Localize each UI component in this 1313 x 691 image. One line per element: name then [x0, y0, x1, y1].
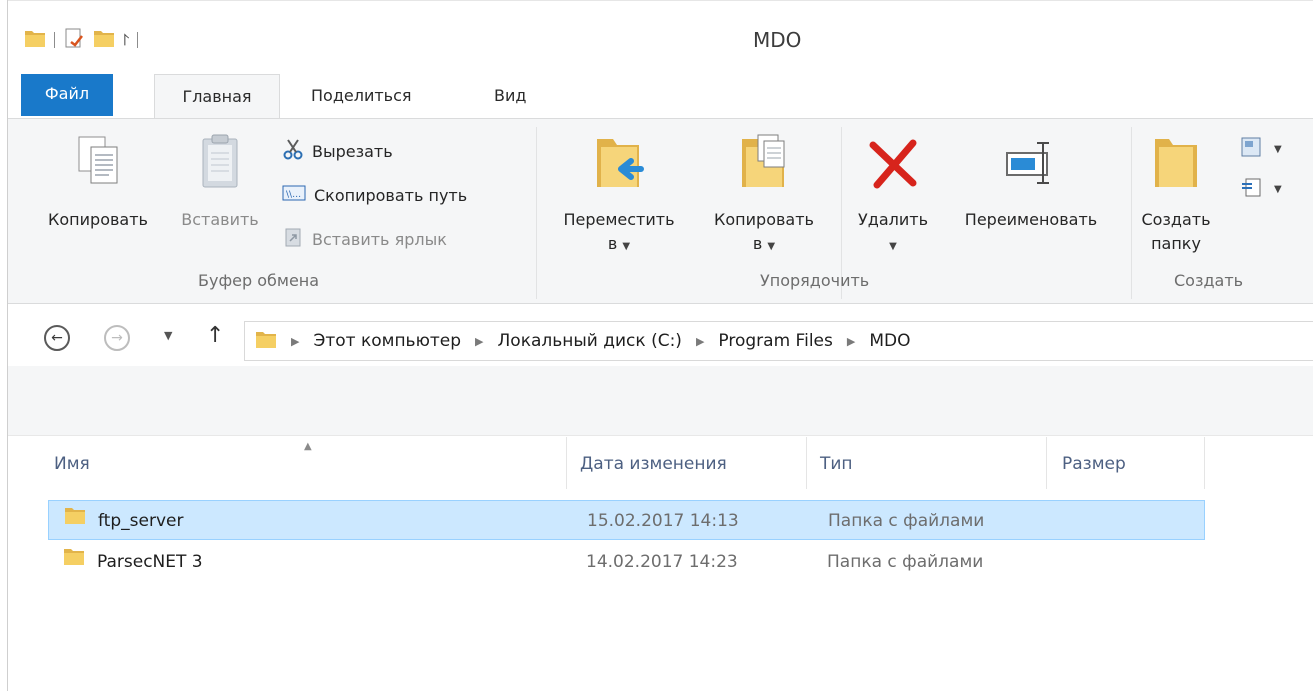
delete-icon	[848, 133, 938, 200]
sort-ascending-icon: ▲	[304, 441, 312, 452]
file-name-cell: ftp_server	[64, 501, 183, 541]
cut-label: Вырезать	[312, 141, 393, 161]
file-type: Папка с файлами	[827, 552, 984, 572]
new-item-icon	[1240, 136, 1266, 162]
organize-group-label: Упорядочить	[760, 271, 870, 290]
scissors-icon	[282, 138, 304, 164]
tab-view[interactable]: Вид	[482, 74, 538, 118]
file-type: Папка с файлами	[828, 511, 985, 531]
column-header: ▲ Имя Дата изменения Тип Размер	[8, 437, 1313, 489]
new-folder-button[interactable]: Создать папку	[1138, 133, 1214, 256]
paste-label: Вставить	[181, 210, 259, 229]
tab-file[interactable]: Файл	[21, 74, 113, 116]
file-name: ParsecNET 3	[97, 552, 203, 572]
toolbar-strip	[8, 366, 1313, 436]
rename-icon	[942, 133, 1120, 200]
column-size[interactable]: Размер	[1062, 437, 1126, 489]
arrow-left-icon: ←	[51, 330, 63, 346]
ribbon: Копировать Вставить Вырезать \\… Скопиро…	[8, 118, 1313, 304]
column-divider[interactable]	[566, 437, 567, 489]
copy-to-label-line2: в	[752, 234, 763, 253]
window-title: MDO	[753, 28, 802, 52]
delete-label: Удалить	[858, 210, 928, 229]
copy-icon	[38, 133, 158, 200]
file-date: 14.02.2017 14:23	[586, 552, 738, 572]
copy-button[interactable]: Копировать	[38, 133, 158, 232]
breadcrumb-this-pc[interactable]: Этот компьютер	[313, 331, 461, 351]
svg-text:\\…: \\…	[286, 190, 301, 200]
copy-to-button[interactable]: Копировать в ▼	[694, 133, 834, 259]
chevron-down-icon: ▼	[622, 241, 631, 252]
arrow-up-icon: ↑	[206, 323, 225, 348]
column-divider[interactable]	[1204, 437, 1205, 489]
address-bar[interactable]: ▶ Этот компьютер ▶ Локальный диск (C:) ▶…	[244, 321, 1313, 361]
copy-path-icon: \\…	[282, 184, 306, 206]
rename-label: Переименовать	[964, 210, 1098, 229]
column-divider[interactable]	[1046, 437, 1047, 489]
up-button[interactable]: ↑	[206, 323, 224, 348]
folder-icon	[64, 501, 86, 541]
tab-home[interactable]: Главная	[154, 74, 280, 119]
paste-shortcut-button[interactable]: Вставить ярлык	[282, 225, 447, 253]
breadcrumb-separator[interactable]: ▶	[696, 335, 704, 348]
title-bar: ⨡ MDO	[8, 0, 1313, 72]
paste-icon	[170, 133, 270, 200]
chevron-down-icon: ▼	[889, 241, 897, 252]
new-folder-icon	[1138, 133, 1214, 200]
breadcrumb-separator[interactable]: ▶	[847, 335, 855, 348]
column-type[interactable]: Тип	[820, 437, 853, 489]
forward-button[interactable]: →	[104, 325, 130, 351]
breadcrumb-program-files[interactable]: Program Files	[718, 331, 832, 351]
group-divider	[1131, 127, 1132, 299]
tab-share[interactable]: Поделиться	[299, 74, 424, 118]
paste-shortcut-label: Вставить ярлык	[312, 229, 447, 249]
new-folder-label-line2: папку	[1151, 234, 1201, 253]
recent-locations-button[interactable]: ▼	[164, 329, 172, 342]
arrow-right-icon: →	[111, 330, 123, 346]
file-name-cell: ParsecNET 3	[63, 542, 203, 582]
column-divider[interactable]	[806, 437, 807, 489]
breadcrumb-separator[interactable]: ▶	[475, 335, 483, 348]
breadcrumb-local-disk[interactable]: Локальный диск (C:)	[498, 331, 682, 351]
paste-shortcut-icon	[282, 226, 304, 252]
back-button[interactable]: ←	[44, 325, 70, 351]
folder-icon	[255, 328, 277, 355]
move-to-label-line1: Переместить	[563, 210, 675, 229]
move-to-button[interactable]: Переместить в ▼	[548, 133, 690, 259]
paste-button[interactable]: Вставить	[170, 133, 270, 232]
ribbon-tabs: Файл Главная Поделиться Вид	[8, 74, 1313, 119]
create-group-label: Создать	[1174, 271, 1244, 290]
clipboard-group-label: Буфер обмена	[198, 271, 320, 290]
group-divider	[536, 127, 537, 299]
copy-label: Копировать	[48, 210, 148, 229]
delete-button[interactable]: Удалить ▼	[848, 133, 938, 259]
move-to-label-line2: в	[607, 234, 618, 253]
folder-icon	[63, 542, 85, 582]
explorer-window: ⨡ MDO Файл Главная Поделиться Вид Копиро…	[7, 0, 1313, 691]
list-item[interactable]: ftp_server 15.02.2017 14:13 Папка с файл…	[48, 500, 1205, 540]
column-date[interactable]: Дата изменения	[580, 437, 727, 489]
breadcrumb-separator[interactable]: ▶	[291, 335, 299, 348]
chevron-down-icon: ▼	[1274, 143, 1282, 155]
new-folder-label-line1: Создать	[1141, 210, 1211, 229]
easy-access-button[interactable]: ▼	[1240, 175, 1282, 203]
navigation-bar: ← → ▼ ↑ ▶ Этот компьютер ▶ Локальный дис…	[8, 313, 1313, 365]
copy-path-label: Скопировать путь	[314, 185, 468, 205]
chevron-down-icon: ▼	[767, 241, 776, 252]
breadcrumb-mdo[interactable]: MDO	[869, 331, 910, 351]
chevron-down-icon: ▼	[1274, 183, 1282, 195]
rename-button[interactable]: Переименовать	[942, 133, 1120, 232]
copy-to-label-line1: Копировать	[714, 210, 814, 229]
easy-access-icon	[1240, 176, 1266, 202]
copy-path-button[interactable]: \\… Скопировать путь	[282, 181, 467, 209]
file-name: ftp_server	[98, 511, 184, 531]
new-item-button[interactable]: ▼	[1240, 135, 1282, 163]
chevron-down-icon: ▼	[164, 329, 173, 342]
cut-button[interactable]: Вырезать	[282, 137, 393, 165]
column-name[interactable]: Имя	[54, 437, 90, 489]
list-item[interactable]: ParsecNET 3 14.02.2017 14:23 Папка с фай…	[48, 542, 1205, 582]
file-date: 15.02.2017 14:13	[587, 511, 739, 531]
move-to-icon	[548, 133, 690, 200]
copy-to-icon	[694, 133, 834, 200]
